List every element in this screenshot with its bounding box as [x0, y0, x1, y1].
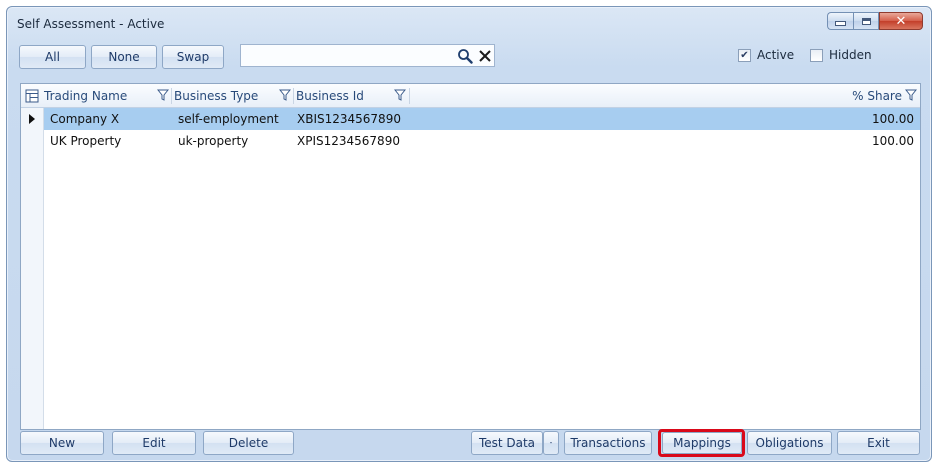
column-chooser-icon[interactable]	[25, 89, 39, 106]
transactions-button[interactable]: Transactions	[564, 431, 652, 455]
column-header-business-type[interactable]: Business Type	[174, 84, 258, 108]
filter-icon[interactable]	[904, 89, 918, 101]
cell-share: 100.00	[872, 134, 914, 148]
column-separator[interactable]	[171, 88, 172, 104]
delete-button[interactable]: Delete	[203, 431, 294, 455]
column-separator[interactable]	[409, 88, 410, 104]
self-assessment-window: Self Assessment - Active ✕ All None Swap…	[6, 6, 932, 462]
cell-trading-name: Company X	[50, 112, 120, 126]
none-button[interactable]: None	[91, 45, 157, 69]
swap-button[interactable]: Swap	[162, 45, 224, 69]
row-indicator-column	[21, 108, 44, 429]
table-row[interactable]: Company X self-employment XBIS1234567890…	[44, 108, 920, 130]
new-button[interactable]: New	[20, 431, 104, 455]
minimize-icon	[835, 21, 846, 26]
search-input[interactable]	[241, 45, 454, 66]
hidden-checkbox[interactable]	[810, 48, 823, 62]
filter-icon[interactable]	[156, 89, 170, 101]
test-data-button[interactable]: Test Data	[471, 431, 543, 455]
column-separator[interactable]	[293, 88, 294, 104]
cell-share: 100.00	[872, 112, 914, 126]
active-label: Active	[757, 48, 795, 62]
column-header-trading-name[interactable]: Trading Name	[44, 84, 127, 108]
business-grid: Trading Name Business Type Business Id %…	[20, 83, 921, 430]
search-icon[interactable]	[454, 46, 476, 66]
test-data-dropdown-button[interactable]	[543, 431, 559, 455]
minimize-button[interactable]	[827, 12, 853, 30]
current-row-arrow-icon	[29, 114, 35, 124]
cell-business-type: uk-property	[178, 134, 249, 148]
filter-icon[interactable]	[278, 89, 292, 101]
close-button[interactable]: ✕	[879, 12, 923, 30]
grid-header: Trading Name Business Type Business Id %…	[21, 84, 920, 108]
cell-business-type: self-employment	[178, 112, 279, 126]
exit-button[interactable]: Exit	[837, 431, 920, 455]
toolbar: All None Swap ✔ Active Hidden	[7, 41, 931, 69]
chevron-down-icon	[550, 442, 552, 444]
column-header-share[interactable]: % Share	[852, 84, 902, 108]
all-button[interactable]: All	[19, 45, 86, 69]
table-row[interactable]: UK Property uk-property XPIS1234567890 1…	[44, 130, 920, 152]
window-title: Self Assessment - Active	[17, 17, 165, 31]
maximize-button[interactable]	[853, 12, 879, 30]
close-icon: ✕	[895, 13, 907, 29]
obligations-button[interactable]: Obligations	[747, 431, 832, 455]
cell-trading-name: UK Property	[50, 134, 122, 148]
cell-business-id: XBIS1234567890	[297, 112, 401, 126]
active-checkbox[interactable]: ✔	[738, 48, 751, 62]
filter-icon[interactable]	[393, 89, 407, 101]
edit-button[interactable]: Edit	[112, 431, 196, 455]
hidden-label: Hidden	[829, 48, 872, 62]
column-header-business-id[interactable]: Business Id	[296, 84, 364, 108]
title-bar: Self Assessment - Active ✕	[7, 7, 931, 39]
mappings-highlight	[658, 429, 745, 457]
window-controls: ✕	[827, 12, 923, 30]
active-checkbox-group[interactable]: ✔ Active	[738, 48, 794, 62]
search-box	[240, 44, 495, 67]
cell-business-id: XPIS1234567890	[297, 134, 400, 148]
hidden-checkbox-group[interactable]: Hidden	[810, 48, 872, 62]
action-bar: New Edit Delete Test Data Transactions M…	[7, 427, 931, 459]
maximize-icon	[861, 17, 871, 25]
clear-icon[interactable]	[476, 46, 494, 66]
